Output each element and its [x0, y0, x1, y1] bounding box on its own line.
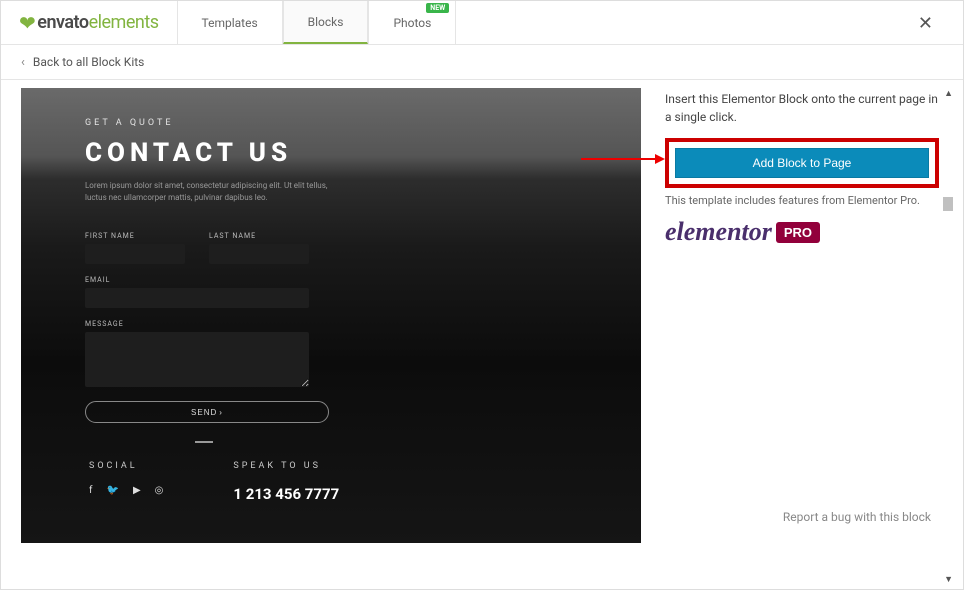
- tab-blocks[interactable]: Blocks: [283, 1, 369, 44]
- first-name-input[interactable]: [85, 244, 185, 264]
- add-block-button[interactable]: Add Block to Page: [675, 148, 929, 178]
- nav-tabs: Templates Blocks Photos NEW: [177, 1, 457, 44]
- first-name-label: FIRST NAME: [85, 232, 185, 240]
- new-badge: NEW: [426, 3, 449, 13]
- last-name-label: LAST NAME: [209, 232, 309, 240]
- back-link[interactable]: ‹ Back to all Block Kits: [1, 45, 963, 80]
- phone-column: SPEAK TO US 1 213 456 7777: [233, 461, 339, 503]
- email-label: EMAIL: [85, 276, 641, 284]
- preview-title: CONTACT US: [85, 138, 641, 168]
- message-group: MESSAGE: [85, 320, 641, 387]
- send-button[interactable]: SEND ›: [85, 401, 329, 423]
- app-header: ❤ envato elements Templates Blocks Photo…: [1, 1, 963, 45]
- preview-subtitle: GET A QUOTE: [85, 118, 641, 128]
- report-bug-link[interactable]: Report a bug with this block: [783, 510, 931, 524]
- chevron-right-icon: ›: [219, 408, 223, 417]
- send-label: SEND: [191, 408, 217, 417]
- pro-note: This template includes features from Ele…: [665, 194, 939, 207]
- chevron-left-icon: ‹: [21, 55, 25, 70]
- logo-text-elements: elements: [89, 12, 159, 33]
- arrow-annotation: [581, 158, 663, 160]
- scrollbar-thumb[interactable]: [943, 197, 953, 211]
- preview-description: Lorem ipsum dolor sit amet, consectetur …: [85, 180, 345, 204]
- elementor-text: elementor: [665, 217, 772, 247]
- message-label: MESSAGE: [85, 320, 641, 328]
- elementor-pro-logo: elementor PRO: [665, 217, 939, 247]
- message-textarea[interactable]: [85, 332, 309, 387]
- last-name-input[interactable]: [209, 244, 309, 264]
- social-icons: f 🐦 ▶ ◎: [89, 485, 163, 496]
- side-panel: Insert this Elementor Block onto the cur…: [651, 80, 963, 590]
- main-content: GET A QUOTE CONTACT US Lorem ipsum dolor…: [1, 80, 963, 590]
- tab-label: Blocks: [308, 15, 344, 29]
- facebook-icon[interactable]: f: [89, 485, 92, 496]
- tab-templates[interactable]: Templates: [177, 1, 283, 44]
- social-title: SOCIAL: [89, 461, 163, 471]
- twitter-icon[interactable]: 🐦: [106, 485, 118, 496]
- preview-pane: GET A QUOTE CONTACT US Lorem ipsum dolor…: [1, 80, 651, 590]
- phone-number: 1 213 456 7777: [233, 485, 339, 503]
- leaf-icon: ❤: [19, 11, 35, 35]
- back-label: Back to all Block Kits: [33, 55, 144, 69]
- tab-label: Photos: [393, 16, 431, 30]
- scroll-down-arrow[interactable]: ▼: [944, 574, 953, 585]
- close-icon[interactable]: ✕: [918, 13, 933, 34]
- speak-title: SPEAK TO US: [233, 461, 339, 471]
- form-row-name: FIRST NAME LAST NAME: [85, 232, 641, 264]
- last-name-group: LAST NAME: [209, 232, 309, 264]
- scroll-up-arrow[interactable]: ▲: [944, 88, 953, 99]
- instagram-icon[interactable]: ◎: [155, 485, 164, 496]
- tab-label: Templates: [202, 16, 258, 30]
- divider: [195, 441, 213, 443]
- preview-footer: SOCIAL f 🐦 ▶ ◎ SPEAK TO US 1 213 456 777…: [85, 461, 641, 503]
- block-preview: GET A QUOTE CONTACT US Lorem ipsum dolor…: [21, 88, 641, 543]
- intro-text: Insert this Elementor Block onto the cur…: [665, 90, 939, 126]
- highlight-annotation: Add Block to Page: [665, 138, 939, 188]
- email-input[interactable]: [85, 288, 309, 308]
- email-group: EMAIL: [85, 276, 641, 308]
- tab-photos[interactable]: Photos NEW: [368, 1, 456, 44]
- first-name-group: FIRST NAME: [85, 232, 185, 264]
- youtube-icon[interactable]: ▶: [133, 485, 141, 496]
- pro-badge: PRO: [776, 222, 820, 243]
- logo-text-envato: envato: [37, 12, 88, 33]
- social-column: SOCIAL f 🐦 ▶ ◎: [89, 461, 163, 503]
- logo: ❤ envato elements: [1, 11, 177, 35]
